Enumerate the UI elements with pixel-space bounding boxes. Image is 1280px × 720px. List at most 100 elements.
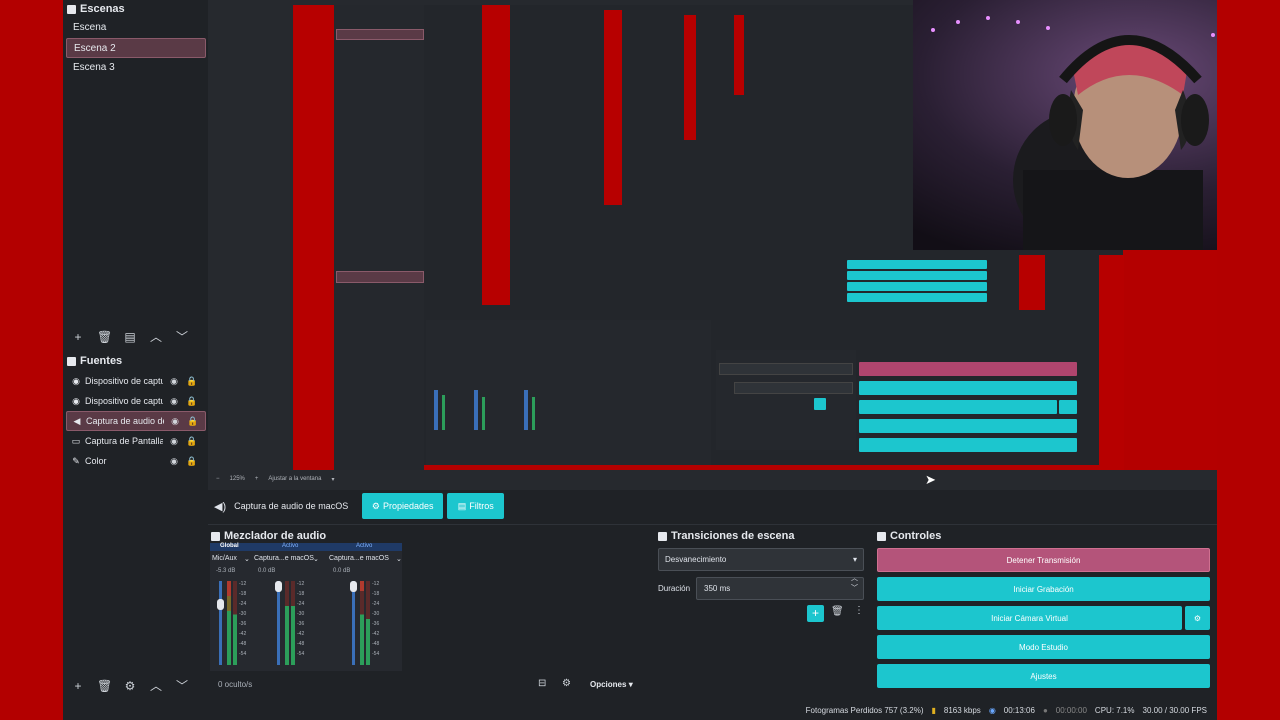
source-item[interactable]: ◉ Dispositivo de captu ◉ 🔒 [66, 371, 206, 391]
source-item[interactable]: ▭ Captura de Pantalla ◉ 🔒 [66, 431, 206, 451]
source-item-selected[interactable]: ◀ Captura de audio de ◉ 🔒 [66, 411, 206, 431]
mixer-tab-global[interactable]: Global [220, 543, 239, 549]
scene-list: Escena Escena 2 Escena 3 [66, 18, 206, 78]
settings-button[interactable]: Ajustes [877, 664, 1210, 688]
eye-icon[interactable]: ◉ [168, 416, 182, 427]
preview-canvas[interactable] [208, 0, 1217, 490]
audio-mixer-dock: Mezclador de audio Global Activo Activo … [208, 527, 652, 671]
add-transition-button[interactable]: + [807, 605, 824, 622]
filter-icon[interactable]: ▤ [123, 330, 137, 344]
channel-name: Captura...e macOS [329, 555, 389, 562]
nested-meter [474, 390, 478, 430]
eye-icon[interactable]: ◉ [167, 396, 181, 407]
volume-handle[interactable] [217, 599, 224, 610]
camera-icon: ◉ [72, 395, 80, 406]
chevron-down-icon: ▾ [628, 680, 633, 689]
app-window: Escenas Escena Escena 2 Escena 3 + 🗑 ▤ ︿… [0, 0, 1280, 720]
brush-icon: ✎ [72, 455, 80, 466]
more-icon[interactable]: ⋮ [854, 605, 864, 616]
filters-button[interactable]: ▤ Filtros [447, 493, 505, 519]
nested-meter [442, 395, 445, 430]
record-icon: ● [1042, 705, 1048, 715]
start-recording-button[interactable]: Iniciar Grabación [877, 577, 1210, 601]
nested-duration [734, 382, 853, 394]
chevron-up-icon[interactable]: ︿ [149, 677, 163, 694]
fps: 30.00 / 30.00 FPS [1142, 705, 1208, 715]
lock-icon[interactable]: 🔒 [185, 376, 199, 387]
chevron-down-icon[interactable]: ⌄ [244, 555, 250, 563]
chevron-down-icon[interactable]: ▾ [331, 476, 334, 483]
chevron-down-icon[interactable]: ﹀ [175, 328, 189, 345]
mixer-options-button[interactable]: Opciones ▾ [590, 680, 633, 689]
stop-stream-button[interactable]: Detener Transmisión [877, 548, 1210, 572]
controls-title: Controles [877, 530, 941, 542]
eye-icon[interactable]: ◉ [167, 436, 181, 447]
gear-icon[interactable]: ⚙ [123, 679, 137, 693]
eye-icon[interactable]: ◉ [167, 456, 181, 467]
source-list: ◉ Dispositivo de captu ◉ 🔒 ◉ Dispositivo… [66, 371, 206, 471]
volume-slider[interactable] [352, 581, 355, 665]
scene-item-selected[interactable]: Escena 2 [66, 38, 206, 58]
zoom-in-icon[interactable]: + [255, 476, 259, 482]
volume-handle[interactable] [350, 581, 357, 592]
volume-slider[interactable] [219, 581, 222, 665]
volume-handle[interactable] [275, 581, 282, 592]
mixer-tab-active[interactable]: Activo [356, 543, 372, 549]
eye-icon[interactable]: ◉ [167, 376, 181, 387]
scenes-dock-title: Escenas [67, 3, 125, 15]
trash-icon[interactable]: 🗑 [97, 679, 112, 693]
nested-btn-small [847, 282, 987, 291]
chevron-up-icon[interactable]: ︿ [149, 328, 163, 345]
speaker-icon: ◀) [214, 500, 227, 513]
source-item[interactable]: ◉ Dispositivo de captu ◉ 🔒 [66, 391, 206, 411]
lock-icon[interactable]: 🔒 [185, 396, 199, 407]
start-virtual-camera-button[interactable]: Iniciar Cámara Virtual [877, 606, 1182, 630]
fit-window-label[interactable]: Ajustar a la ventana [268, 476, 321, 482]
zoom-bar: − 125% + Ajustar a la ventana ▾ [208, 472, 448, 486]
layout-icon[interactable]: ⊟ [538, 678, 546, 689]
duration-input[interactable]: 350 ms ︿ ﹀ [696, 574, 864, 600]
dock-icon [877, 531, 886, 541]
studio-mode-button[interactable]: Modo Estudio [877, 635, 1210, 659]
scene-item[interactable]: Escena 3 [66, 58, 206, 78]
level-meter [227, 581, 231, 665]
mouse-cursor: ➤ [925, 472, 936, 487]
virtual-camera-settings-button[interactable]: ⚙ [1185, 606, 1210, 630]
chevron-down-icon[interactable]: ﹀ [175, 677, 189, 694]
level-meter [366, 581, 370, 665]
chevron-down-icon: ▾ [852, 555, 857, 564]
red-border-right [1217, 0, 1280, 720]
nested-meter [482, 397, 485, 430]
controls-dock: Controles Detener Transmisión Iniciar Gr… [874, 527, 1217, 690]
add-icon[interactable]: + [71, 330, 85, 344]
source-toolbar: ◀) Captura de audio de macOS ⚙ Propiedad… [208, 490, 1217, 522]
lock-icon[interactable]: 🔒 [185, 456, 199, 467]
trash-icon[interactable]: 🗑 [831, 606, 844, 617]
nested-btn-small [847, 271, 987, 280]
volume-slider[interactable] [277, 581, 280, 665]
properties-button[interactable]: ⚙ Propiedades [362, 493, 444, 519]
add-icon[interactable]: + [71, 679, 85, 693]
camera-icon: ◉ [72, 375, 80, 386]
divider [208, 524, 1217, 525]
trash-icon[interactable]: 🗑 [97, 330, 112, 344]
mixer-tab-active[interactable]: Activo [282, 543, 298, 549]
scene-item[interactable]: Escena [66, 18, 206, 38]
nested-rec [859, 381, 1077, 395]
source-item[interactable]: ✎ Color ◉ 🔒 [66, 451, 206, 471]
dropped-frames: Fotogramas Perdidos 757 (3.2%) [805, 705, 924, 715]
zoom-out-icon[interactable]: − [216, 476, 220, 482]
lock-icon[interactable]: 🔒 [186, 416, 200, 427]
monitor-icon: ▭ [71, 435, 81, 446]
chevron-down-icon[interactable]: ⌄ [396, 555, 402, 563]
duration-label: Duración [658, 584, 691, 593]
mixer-options-icon[interactable]: ⚙ [562, 678, 571, 689]
lock-icon[interactable]: 🔒 [185, 436, 199, 447]
transition-select[interactable]: Desvanecimiento ▾ [658, 548, 864, 571]
obs-window: Escenas Escena Escena 2 Escena 3 + 🗑 ▤ ︿… [63, 0, 1217, 720]
webcam-image [913, 0, 1217, 250]
spinner-icon[interactable]: ︿ ﹀ [851, 574, 858, 594]
nested-stop [859, 362, 1077, 376]
hidden-count: 0 oculto/s [218, 680, 253, 689]
chevron-down-icon[interactable]: ⌄ [313, 555, 319, 563]
